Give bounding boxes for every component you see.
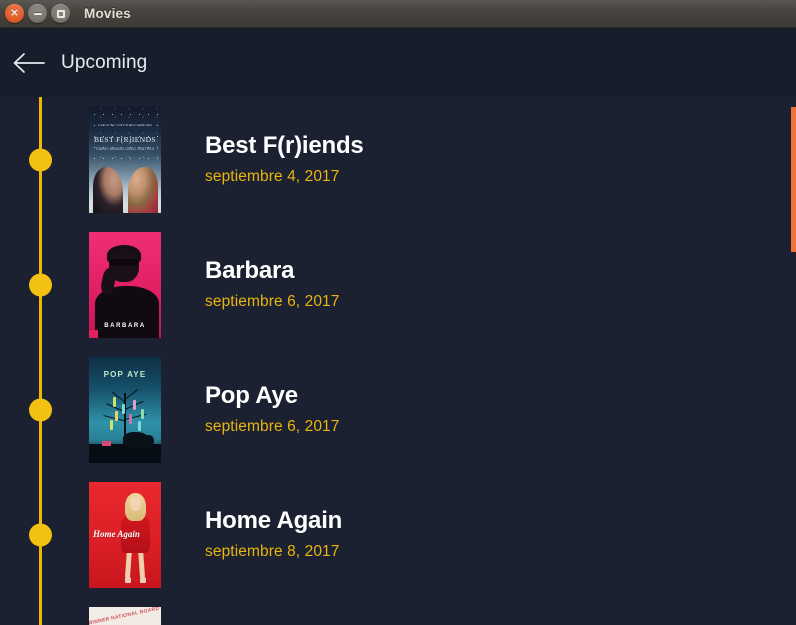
movie-meta: Home Again septiembre 8, 2017 — [205, 507, 343, 561]
movie-meta: Barbara septiembre 6, 2017 — [205, 257, 340, 311]
maximize-button[interactable] — [51, 4, 70, 23]
poster-figure-right — [128, 166, 158, 213]
movies-timeline-list[interactable]: A FILM BY JUSTIN MACGREGOR BEST F(R)IEND… — [0, 97, 796, 625]
back-button[interactable] — [1, 35, 57, 91]
poster-lantern — [110, 419, 113, 430]
poster-credits-top: A FILM BY JUSTIN MACGREGOR — [97, 122, 153, 127]
scrollbar-track[interactable] — [791, 97, 796, 625]
minimize-icon — [33, 12, 42, 15]
poster-figure-face — [130, 496, 141, 511]
poster-lantern — [115, 410, 118, 421]
scrollbar-thumb[interactable] — [791, 107, 796, 252]
maximize-icon — [56, 9, 65, 18]
movie-release-date: septiembre 6, 2017 — [205, 417, 340, 435]
timeline-dot — [29, 148, 52, 171]
page-title: Upcoming — [61, 51, 148, 73]
close-button[interactable]: ✕ — [5, 4, 24, 23]
movie-title: Home Again — [205, 507, 343, 535]
list-item[interactable]: Home Again Home Again septiembre 8, 2017 — [0, 472, 796, 597]
list-item[interactable]: BARBARA Barbara septiembre 6, 2017 — [0, 222, 796, 347]
poster-lantern — [113, 396, 116, 407]
poster-lantern — [122, 403, 125, 414]
poster-title-text: POP AYE — [103, 369, 147, 379]
poster-elephant-head — [143, 434, 154, 447]
movie-poster[interactable]: Home Again — [89, 481, 161, 588]
window-controls: ✕ — [5, 4, 70, 23]
poster-elephant-trunk — [150, 438, 153, 448]
poster-title-text: BARBARA — [104, 322, 146, 329]
movie-meta: Best F(r)iends septiembre 4, 2017 — [205, 132, 364, 186]
movies-window: ✕ Movies Upcoming A FILM BY JUSTIN MACGR… — [0, 0, 796, 625]
poster-lantern — [138, 420, 141, 431]
poster-branch — [124, 389, 139, 401]
movie-poster[interactable]: WINNER NATIONAL BOARD OF REVIEW — [89, 606, 161, 625]
timeline-dot — [29, 398, 52, 421]
window-titlebar: ✕ Movies — [0, 0, 796, 28]
movie-release-date: septiembre 4, 2017 — [205, 167, 340, 185]
timeline-dot — [29, 523, 52, 546]
minimize-button[interactable] — [28, 4, 47, 23]
app-header: Upcoming — [0, 28, 796, 97]
poster-figure-shoe-right — [140, 576, 146, 583]
window-title: Movies — [84, 6, 131, 21]
movie-poster[interactable]: BARBARA — [89, 231, 161, 338]
poster-figure-left — [93, 166, 123, 213]
poster-title-text: BEST F(R)IENDS — [94, 134, 156, 144]
poster-pink-shape — [102, 440, 111, 446]
poster-credits-sub: TOMMY WISEAU GREG SESTERO — [95, 146, 155, 151]
poster-figure-glasses — [110, 258, 138, 266]
movie-title: Best F(r)iends — [205, 132, 364, 160]
close-icon: ✕ — [10, 7, 19, 19]
poster-lantern — [141, 408, 144, 419]
movie-release-date: septiembre 6, 2017 — [205, 292, 340, 310]
list-item[interactable]: WINNER NATIONAL BOARD OF REVIEW — [0, 597, 796, 625]
poster-lantern — [133, 399, 136, 410]
movie-title: Pop Aye — [205, 382, 298, 410]
poster-figure-shoe-left — [125, 576, 131, 583]
movie-list: A FILM BY JUSTIN MACGREGOR BEST F(R)IEND… — [0, 97, 796, 625]
list-item[interactable]: POP AYE Pop Aye septiembre 6, 2017 — [0, 347, 796, 472]
movie-title: Barbara — [205, 257, 295, 285]
movie-poster[interactable]: A FILM BY JUSTIN MACGREGOR BEST F(R)IEND… — [89, 106, 161, 213]
timeline-dot — [29, 273, 52, 296]
back-arrow-icon — [13, 52, 45, 73]
poster-corner-strip — [89, 329, 98, 338]
list-item[interactable]: A FILM BY JUSTIN MACGREGOR BEST F(R)IEND… — [0, 97, 796, 222]
movie-poster[interactable]: POP AYE — [89, 356, 161, 463]
poster-award-text: WINNER NATIONAL BOARD OF REVIEW — [89, 606, 161, 625]
movie-release-date: septiembre 8, 2017 — [205, 542, 340, 560]
poster-lantern — [129, 413, 132, 424]
poster-title-text: Home Again — [93, 528, 140, 539]
movie-meta: Pop Aye septiembre 6, 2017 — [205, 382, 340, 436]
